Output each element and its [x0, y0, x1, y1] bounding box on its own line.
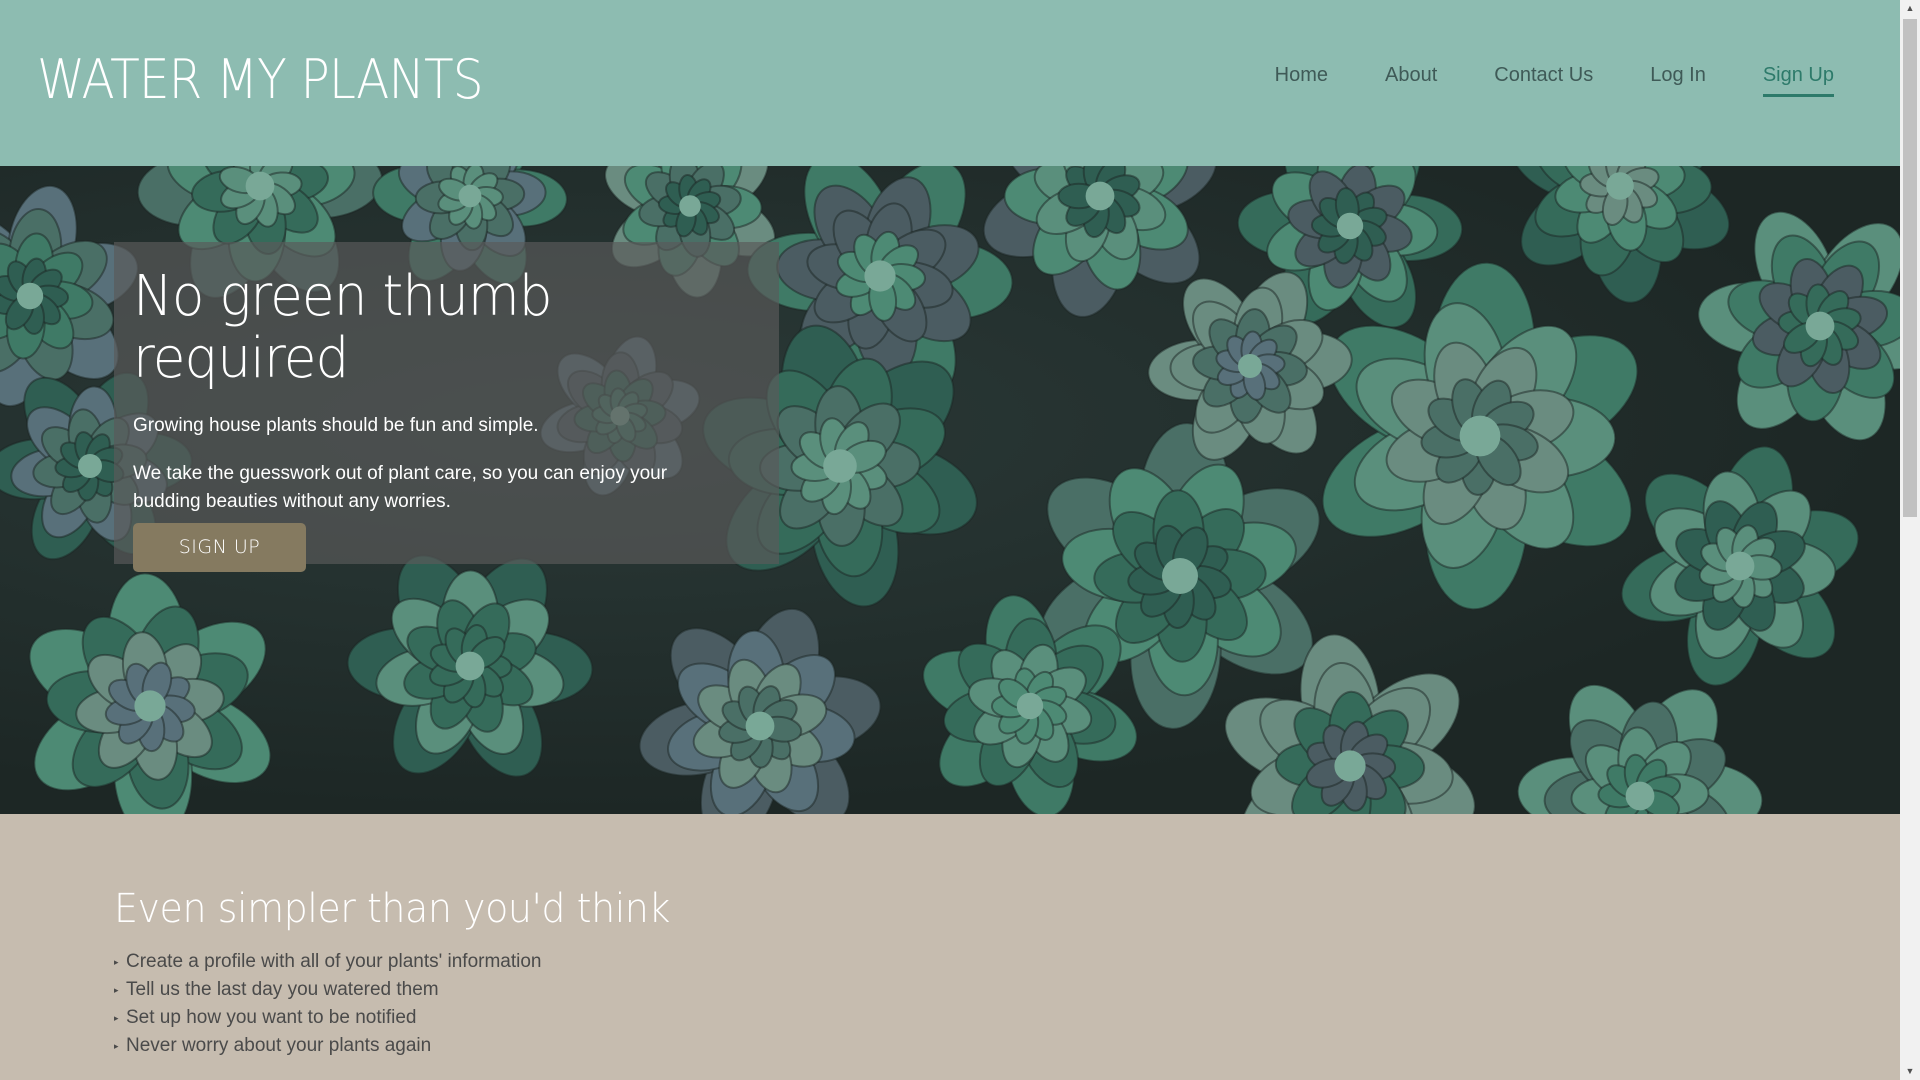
hero-paragraph-1: Growing house plants should be fun and s… — [133, 415, 539, 436]
hero-card: No green thumb required Growing house pl… — [114, 242, 779, 572]
succulent-rosette — [28, 572, 272, 814]
features-list-item: ▸ Tell us the last day you watered them — [114, 976, 699, 1004]
page: WATER MY PLANTS Home About Contact Us Lo… — [0, 0, 1900, 1080]
hero-sign-up-button[interactable]: SIGN UP — [133, 523, 306, 572]
nav-sign-up[interactable]: Sign Up — [1762, 64, 1834, 97]
bullet-icon: ▸ — [114, 957, 119, 967]
succulent-rosette — [638, 607, 882, 814]
succulent-rosette — [1321, 261, 1639, 611]
succulent-rosette — [1516, 683, 1764, 814]
nav-about[interactable]: About — [1385, 64, 1437, 97]
main-nav: Home About Contact Us Log In Sign Up — [1218, 64, 1834, 97]
features-list: ▸ Create a profile with all of your plant… — [114, 948, 699, 1060]
scroll-up-icon[interactable]: ▲ — [1900, 0, 1920, 17]
features-section: Even simpler than you'd think ▸ Create a … — [114, 886, 699, 1060]
bullet-icon: ▸ — [114, 1041, 119, 1052]
hero-banner: No green thumb required Growing house pl… — [0, 166, 1900, 814]
nav-log-in[interactable]: Log In — [1650, 64, 1706, 97]
site-logo[interactable]: WATER MY PLANTS — [37, 48, 484, 111]
scrollbar-thumb[interactable] — [1903, 19, 1917, 517]
bullet-icon: ▸ — [114, 985, 119, 996]
features-title: Even simpler than you'd think — [114, 886, 670, 932]
hero-title: No green thumb required — [133, 264, 553, 391]
features-list-item: ▸ Create a profile with all of your plant… — [114, 948, 699, 976]
features-list-item: ▸ Set up how you want to be notified — [114, 1004, 699, 1032]
hero-paragraph-2: We take the guesswork out of plant care,… — [133, 463, 668, 512]
nav-contact-us[interactable]: Contact Us — [1494, 64, 1593, 97]
vertical-scrollbar[interactable]: ▲ ▼ — [1900, 0, 1920, 1080]
features-list-item: ▸ Never worry about your plants again — [114, 1032, 699, 1060]
succulent-rosette — [1509, 166, 1731, 304]
nav-home[interactable]: Home — [1275, 64, 1328, 97]
succulent-rosette — [1620, 445, 1860, 687]
bullet-icon: ▸ — [114, 1013, 119, 1024]
scroll-down-icon[interactable]: ▼ — [1900, 1063, 1920, 1080]
site-header: WATER MY PLANTS Home About Contact Us Lo… — [0, 0, 1900, 166]
succulent-rosette — [346, 554, 594, 778]
